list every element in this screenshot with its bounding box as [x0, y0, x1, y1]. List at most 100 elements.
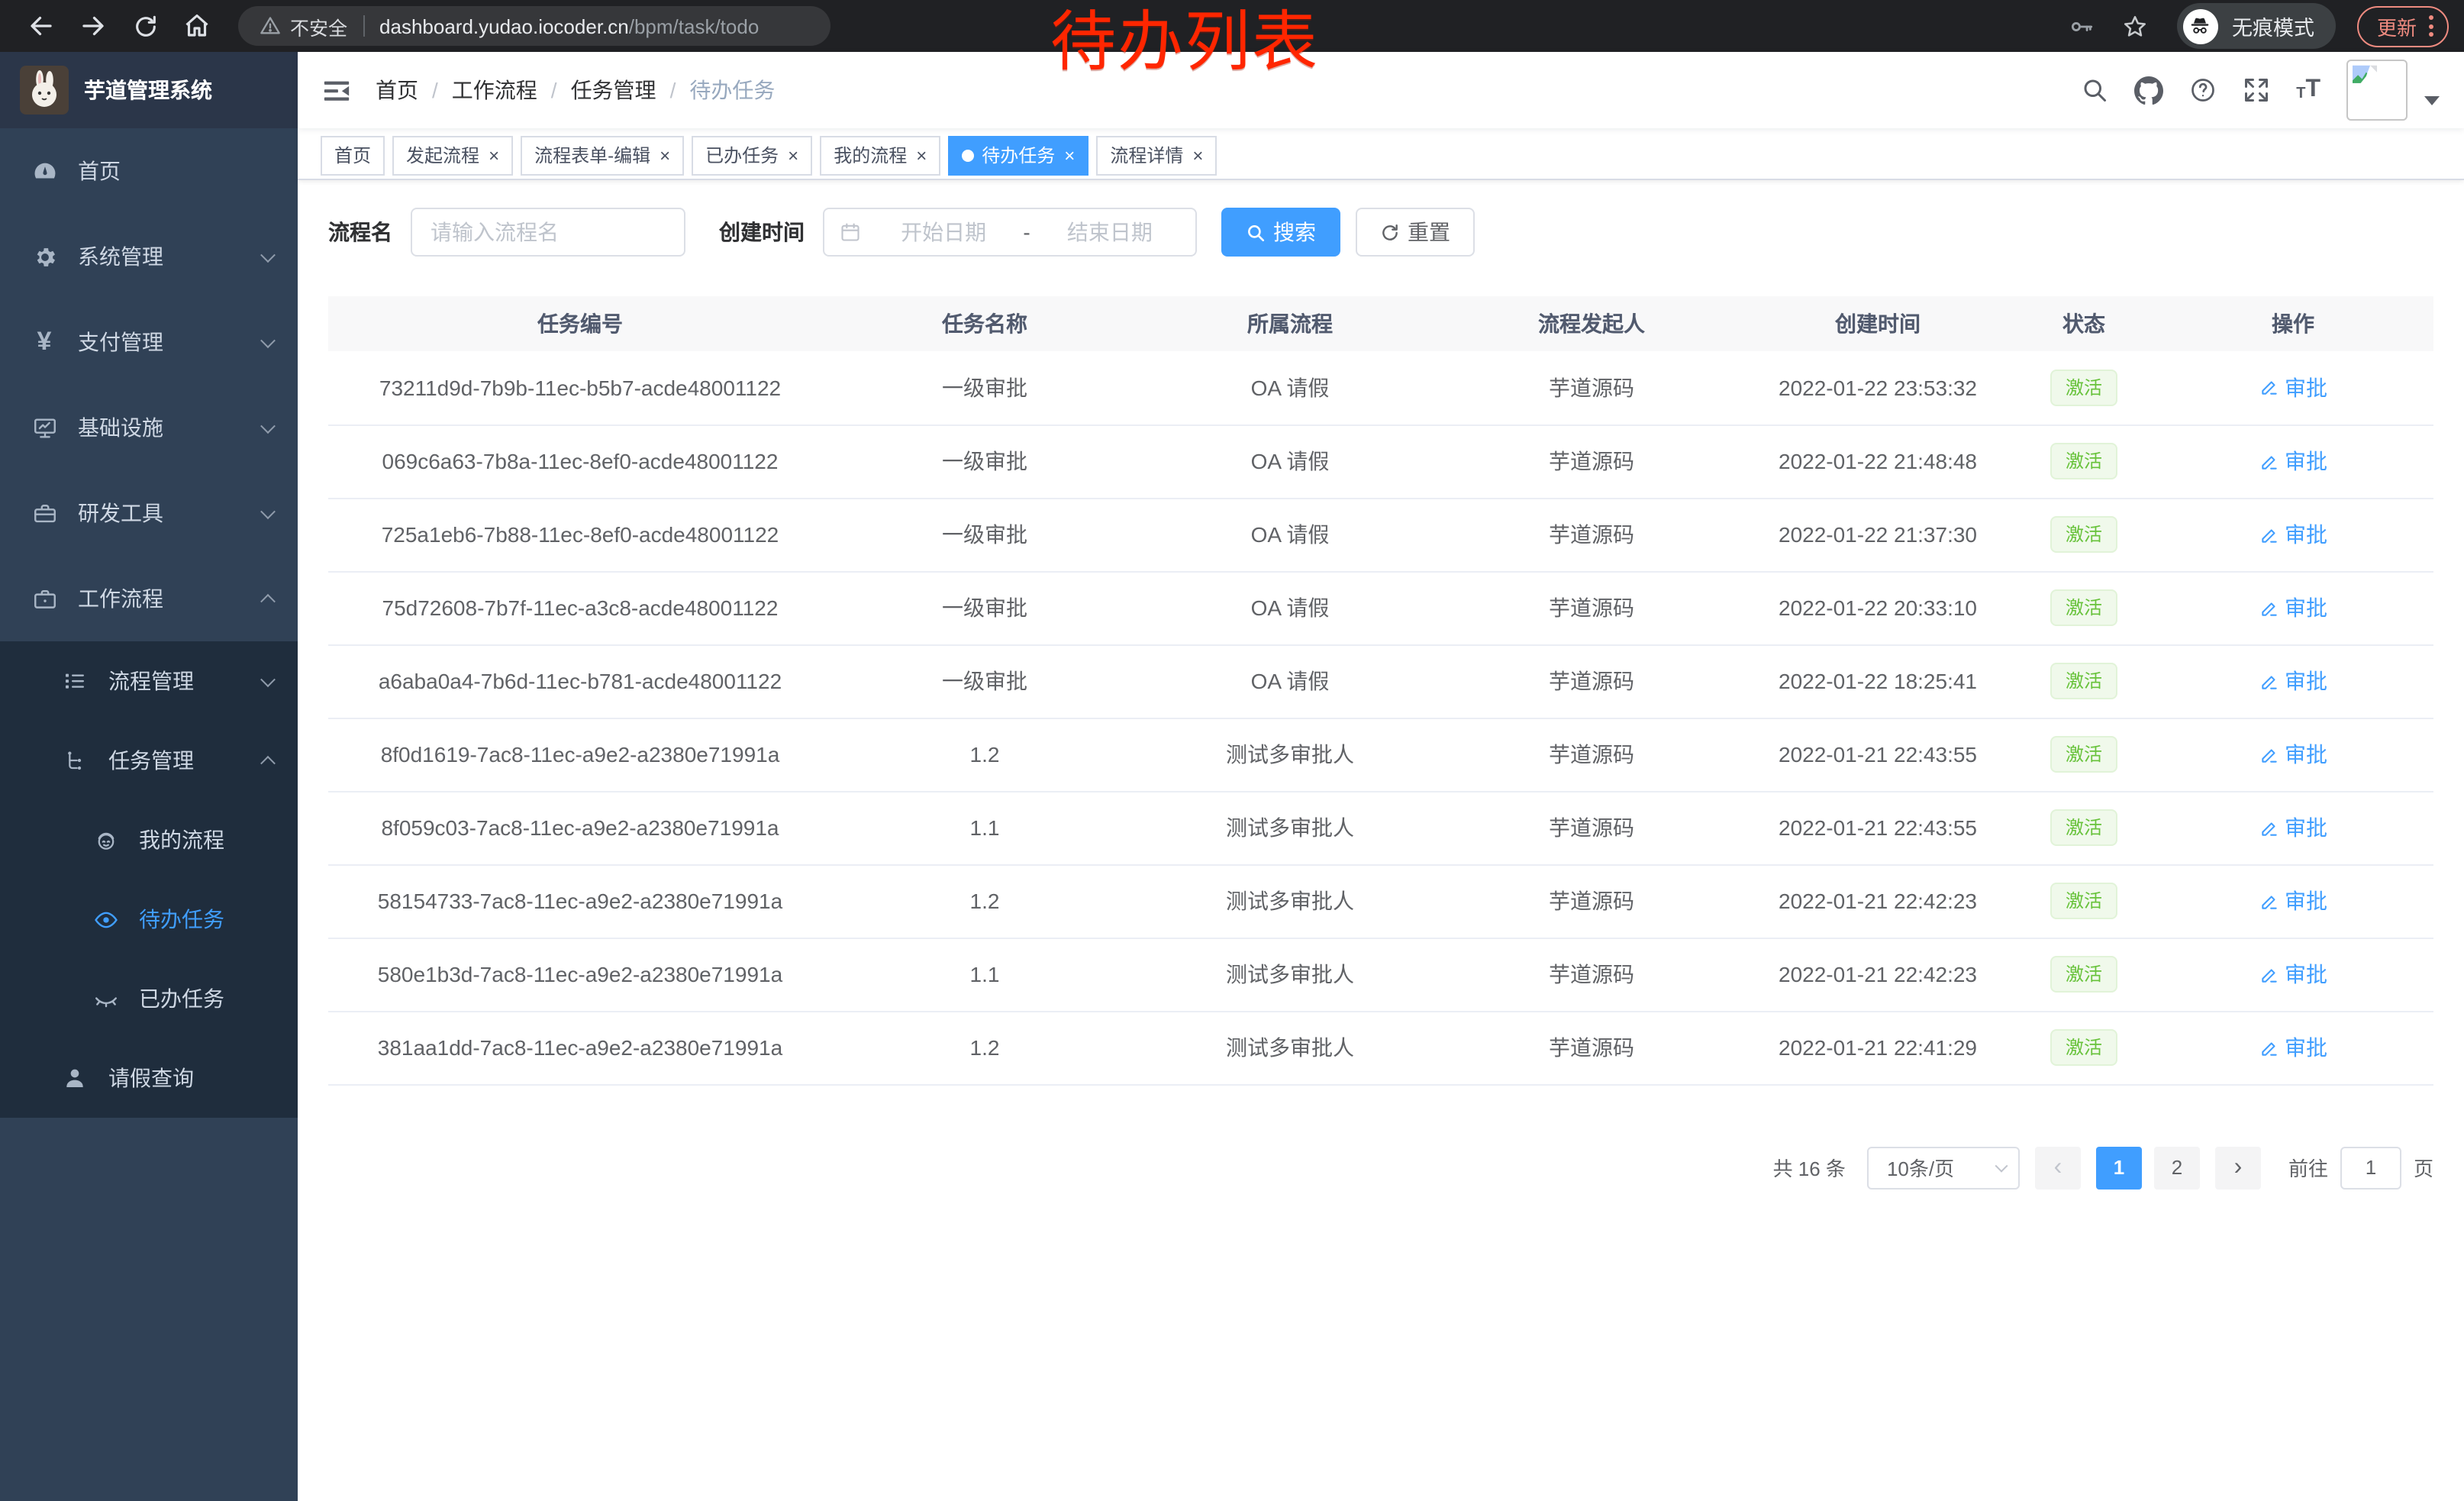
prev-page-button[interactable]: ‹ — [2035, 1146, 2081, 1189]
approve-button[interactable]: 审批 — [2259, 373, 2327, 403]
approve-label: 审批 — [2285, 1032, 2327, 1063]
cell-task-id: 8f0d1619-7ac8-11ec-a9e2-a2380e71991a — [328, 718, 832, 791]
chevron-down-icon — [260, 418, 276, 433]
page-button-2[interactable]: 2 — [2154, 1146, 2200, 1189]
table-row: 75d72608-7b7f-11ec-a3c8-acde48001122 一级审… — [328, 571, 2433, 644]
approve-button[interactable]: 审批 — [2259, 592, 2327, 623]
sidebar-collapse-icon[interactable] — [322, 76, 351, 105]
help-icon[interactable] — [2189, 76, 2217, 104]
address-bar[interactable]: 不安全 dashboard.yudao.iocoder.cn /bpm/task… — [238, 6, 830, 46]
sidebar-item-home[interactable]: 首页 — [0, 128, 298, 214]
sidebar-item-my-process[interactable]: 我的流程 — [0, 800, 298, 880]
browser-update-button[interactable]: 更新 — [2357, 5, 2449, 47]
process-name-label: 流程名 — [328, 217, 392, 247]
avatar[interactable] — [2346, 60, 2408, 121]
status-badge: 激活 — [2050, 736, 2117, 773]
sidebar-item-devtools[interactable]: 研发工具 — [0, 470, 298, 556]
sidebar-item-workflow[interactable]: 工作流程 — [0, 556, 298, 641]
eye-closed-icon — [92, 986, 119, 1012]
approve-button[interactable]: 审批 — [2259, 519, 2327, 550]
avatar-caret-icon[interactable] — [2424, 96, 2440, 105]
approve-label: 审批 — [2285, 959, 2327, 989]
browser-forward-icon[interactable] — [75, 8, 111, 44]
page-size-select[interactable]: 10条/页 — [1867, 1146, 2020, 1189]
search-icon[interactable] — [2081, 76, 2108, 104]
browser-home-icon[interactable] — [179, 8, 215, 44]
browser-reload-icon[interactable] — [127, 8, 163, 44]
approve-button[interactable]: 审批 — [2259, 959, 2327, 989]
breadcrumb-workflow[interactable]: 工作流程 — [452, 75, 537, 105]
sidebar-item-system[interactable]: 系统管理 — [0, 214, 298, 299]
password-key-icon[interactable] — [2069, 13, 2095, 39]
approve-label: 审批 — [2285, 886, 2327, 916]
sidebar-item-leave-query[interactable]: 请假查询 — [0, 1038, 298, 1118]
cell-task-name: 1.2 — [832, 864, 1137, 938]
sidebar-item-infra[interactable]: 基础设施 — [0, 385, 298, 470]
tab[interactable]: 待办任务 × — [948, 135, 1088, 175]
tab[interactable]: 首页 — [321, 135, 385, 175]
approve-button[interactable]: 审批 — [2259, 886, 2327, 916]
not-secure-label[interactable]: 不安全 — [290, 11, 347, 40]
table-body: 73211d9d-7b9b-11ec-b5b7-acde48001122 一级审… — [328, 351, 2433, 1084]
tab[interactable]: 发起流程 × — [392, 135, 513, 175]
tab[interactable]: 流程表单-编辑 × — [521, 135, 684, 175]
reset-button[interactable]: 重置 — [1356, 208, 1475, 257]
browser-menu-icon[interactable] — [2429, 15, 2433, 37]
breadcrumb-home[interactable]: 首页 — [376, 75, 418, 105]
tab-close-icon[interactable]: × — [1064, 144, 1075, 166]
approve-button[interactable]: 审批 — [2259, 666, 2327, 696]
robot-icon — [92, 827, 119, 853]
status-badge: 激活 — [2050, 956, 2117, 993]
tab-close-icon[interactable]: × — [489, 144, 499, 166]
page-unit-label: 页 — [2414, 1153, 2433, 1182]
goto-page-input[interactable] — [2340, 1146, 2401, 1189]
cell-create-time: 2022-01-22 23:53:32 — [1740, 351, 2015, 424]
tab-close-icon[interactable]: × — [660, 144, 670, 166]
cell-create-time: 2022-01-21 22:43:55 — [1740, 718, 2015, 791]
cell-task-name: 1.1 — [832, 938, 1137, 1011]
sidebar-item-payment[interactable]: ¥ 支付管理 — [0, 299, 298, 385]
sidebar-item-todo-tasks[interactable]: 待办任务 — [0, 880, 298, 959]
cell-task-id: 580e1b3d-7ac8-11ec-a9e2-a2380e71991a — [328, 938, 832, 1011]
approve-button[interactable]: 审批 — [2259, 446, 2327, 476]
approve-button[interactable]: 审批 — [2259, 1032, 2327, 1063]
approve-button[interactable]: 审批 — [2259, 812, 2327, 843]
breadcrumb-task-mgmt[interactable]: 任务管理 — [571, 75, 656, 105]
status-badge: 激活 — [2050, 443, 2117, 479]
tab[interactable]: 流程详情 × — [1096, 135, 1217, 175]
sidebar-item-done-tasks[interactable]: 已办任务 — [0, 959, 298, 1038]
col-process: 所属流程 — [1137, 296, 1443, 351]
tab-close-icon[interactable]: × — [788, 144, 798, 166]
cell-task-id: 75d72608-7b7f-11ec-a3c8-acde48001122 — [328, 571, 832, 644]
font-size-icon[interactable]: TT — [2296, 78, 2320, 102]
search-button[interactable]: 搜索 — [1221, 208, 1340, 257]
tags-bar: 首页 发起流程 × 流程表单-编辑 × 已办任务 × 我的流程 × 待办任务 ×… — [298, 128, 2464, 180]
approve-label: 审批 — [2285, 812, 2327, 843]
next-page-button[interactable]: › — [2215, 1146, 2261, 1189]
browser-back-icon[interactable] — [23, 8, 60, 44]
bookmark-star-icon[interactable] — [2122, 13, 2148, 39]
sidebar-logo[interactable]: 芋道管理系统 — [0, 52, 298, 128]
user-icon — [61, 1066, 89, 1090]
cell-process: OA 请假 — [1137, 644, 1443, 718]
page-button-1[interactable]: 1 — [2096, 1146, 2142, 1189]
fullscreen-icon[interactable] — [2243, 76, 2270, 104]
cell-task-id: 8f059c03-7ac8-11ec-a9e2-a2380e71991a — [328, 791, 832, 864]
calendar-icon — [840, 221, 861, 243]
approve-button[interactable]: 审批 — [2259, 739, 2327, 770]
col-task-id: 任务编号 — [328, 296, 832, 351]
cell-process: 测试多审批人 — [1137, 938, 1443, 1011]
tab[interactable]: 我的流程 × — [820, 135, 940, 175]
github-icon[interactable] — [2134, 76, 2163, 105]
sidebar-item-process-mgmt[interactable]: 流程管理 — [0, 641, 298, 721]
tab-close-icon[interactable]: × — [916, 144, 927, 166]
tab-close-icon[interactable]: × — [1192, 144, 1203, 166]
table-row: 381aa1dd-7ac8-11ec-a9e2-a2380e71991a 1.2… — [328, 1011, 2433, 1084]
table-row: 580e1b3d-7ac8-11ec-a9e2-a2380e71991a 1.1… — [328, 938, 2433, 1011]
date-range-input[interactable]: 开始日期 - 结束日期 — [823, 208, 1197, 257]
tree-icon — [61, 748, 89, 773]
sidebar-item-task-mgmt[interactable]: 任务管理 — [0, 721, 298, 800]
tab[interactable]: 已办任务 × — [692, 135, 812, 175]
active-dot — [962, 149, 974, 161]
process-name-input[interactable] — [411, 208, 685, 257]
